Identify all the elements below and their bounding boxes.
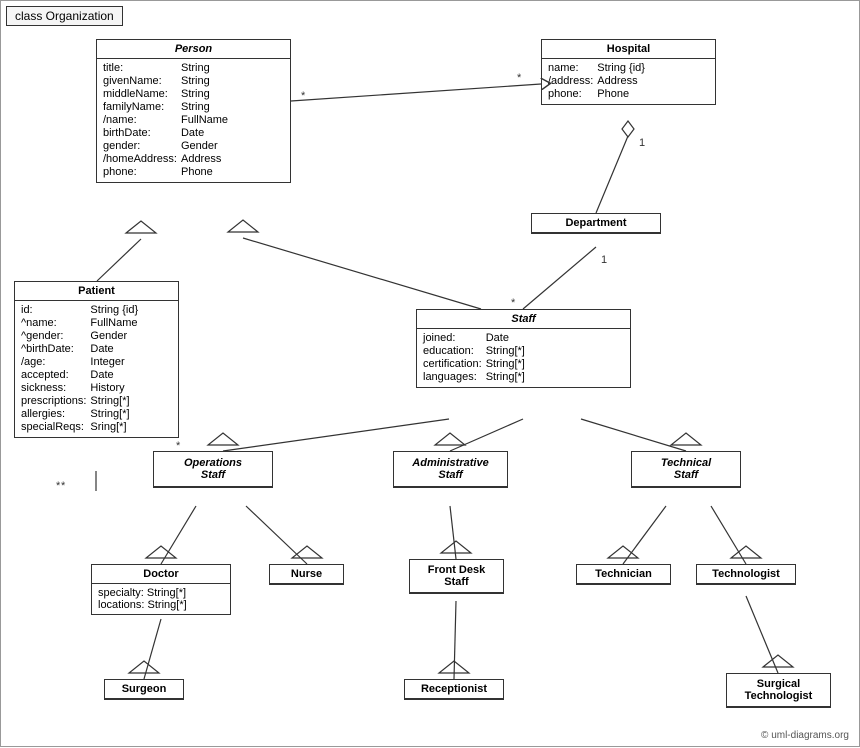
svg-text:*: * (61, 480, 66, 492)
nurse-title: Nurse (270, 565, 343, 584)
svg-text:*: * (511, 297, 516, 309)
svg-text:1: 1 (639, 137, 645, 149)
box-operations-staff: OperationsStaff (153, 451, 273, 488)
department-title: Department (532, 214, 660, 233)
box-staff: Staff joined:Date education:String[*] ce… (416, 309, 631, 388)
box-person: Person title:String givenName:String mid… (96, 39, 291, 183)
hospital-title: Hospital (542, 40, 715, 59)
box-nurse: Nurse (269, 564, 344, 585)
box-front-desk: Front DeskStaff (409, 559, 504, 594)
patient-title: Patient (15, 282, 178, 301)
doctor-body: specialty: String[*] locations: String[*… (92, 584, 230, 614)
box-doctor: Doctor specialty: String[*] locations: S… (91, 564, 231, 615)
box-technician: Technician (576, 564, 671, 585)
staff-body: joined:Date education:String[*] certific… (417, 329, 630, 387)
svg-text:*: * (301, 90, 306, 102)
staff-title: Staff (417, 310, 630, 329)
technical-staff-title: TechnicalStaff (632, 452, 740, 487)
surgical-technologist-title: SurgicalTechnologist (727, 674, 830, 707)
admin-staff-title: AdministrativeStaff (394, 452, 507, 487)
box-surgical-technologist: SurgicalTechnologist (726, 673, 831, 708)
person-body: title:String givenName:String middleName… (97, 59, 290, 182)
copyright: © uml-diagrams.org (761, 730, 849, 741)
person-title: Person (97, 40, 290, 59)
svg-text:*: * (56, 480, 61, 492)
operations-staff-title: OperationsStaff (154, 452, 272, 487)
diagram-container: class Organization Person title:String g… (0, 0, 860, 747)
box-surgeon: Surgeon (104, 679, 184, 700)
box-receptionist: Receptionist (404, 679, 504, 700)
receptionist-title: Receptionist (405, 680, 503, 699)
box-technologist: Technologist (696, 564, 796, 585)
box-patient: Patient id:String {id} ^name:FullName ^g… (14, 281, 179, 438)
box-department: Department (531, 213, 661, 234)
technician-title: Technician (577, 565, 670, 584)
hospital-body: name:String {id} /address:Address phone:… (542, 59, 715, 104)
front-desk-title: Front DeskStaff (410, 560, 503, 593)
diagram-title: class Organization (6, 6, 123, 26)
surgeon-title: Surgeon (105, 680, 183, 699)
patient-body: id:String {id} ^name:FullName ^gender:Ge… (15, 301, 178, 437)
svg-text:*: * (517, 72, 522, 84)
technologist-title: Technologist (697, 565, 795, 584)
doctor-title: Doctor (92, 565, 230, 584)
box-admin-staff: AdministrativeStaff (393, 451, 508, 488)
box-technical-staff: TechnicalStaff (631, 451, 741, 488)
svg-text:1: 1 (601, 254, 607, 266)
box-hospital: Hospital name:String {id} /address:Addre… (541, 39, 716, 105)
